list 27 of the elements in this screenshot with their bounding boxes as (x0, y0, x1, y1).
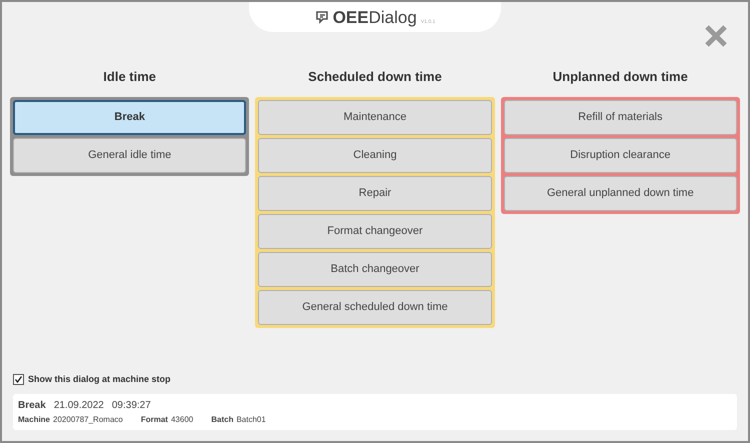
category-button[interactable]: Maintenance (258, 100, 492, 135)
group-title: Unplanned down time (552, 68, 689, 86)
field-value: 43600 (170, 414, 194, 426)
field-value: 20200787_Romaco (53, 414, 123, 426)
status-date: 21.09.2022 (54, 399, 104, 413)
category-button[interactable]: Repair (258, 176, 492, 211)
category-button[interactable]: General unplanned down time (504, 176, 737, 211)
category-button[interactable]: Cleaning (258, 138, 492, 173)
checkbox[interactable] (13, 374, 24, 385)
category-button[interactable]: Break (13, 100, 246, 135)
speech-bubble-icon (314, 10, 329, 24)
category-button[interactable]: Disruption clearance (504, 138, 737, 173)
category-button[interactable]: Format changeover (258, 214, 492, 249)
field-label: Format (140, 414, 168, 426)
status-reason: Break (18, 399, 46, 413)
field-value: Batch01 (236, 414, 266, 426)
group-title: Scheduled down time (307, 68, 443, 86)
category-button[interactable]: Batch changeover (258, 252, 492, 287)
category-button[interactable]: General idle time (13, 138, 246, 173)
category-button[interactable]: Refill of materials (504, 100, 737, 135)
group-title: Idle time (102, 68, 158, 86)
field-label: Machine (18, 414, 50, 426)
category-button[interactable]: General scheduled down time (258, 290, 492, 325)
field-label: Batch (211, 414, 234, 426)
checkbox-label: Show this dialog at machine stop (28, 372, 171, 386)
logo: OEEDialog (332, 8, 417, 26)
status-time: 09:39:27 (112, 399, 151, 413)
